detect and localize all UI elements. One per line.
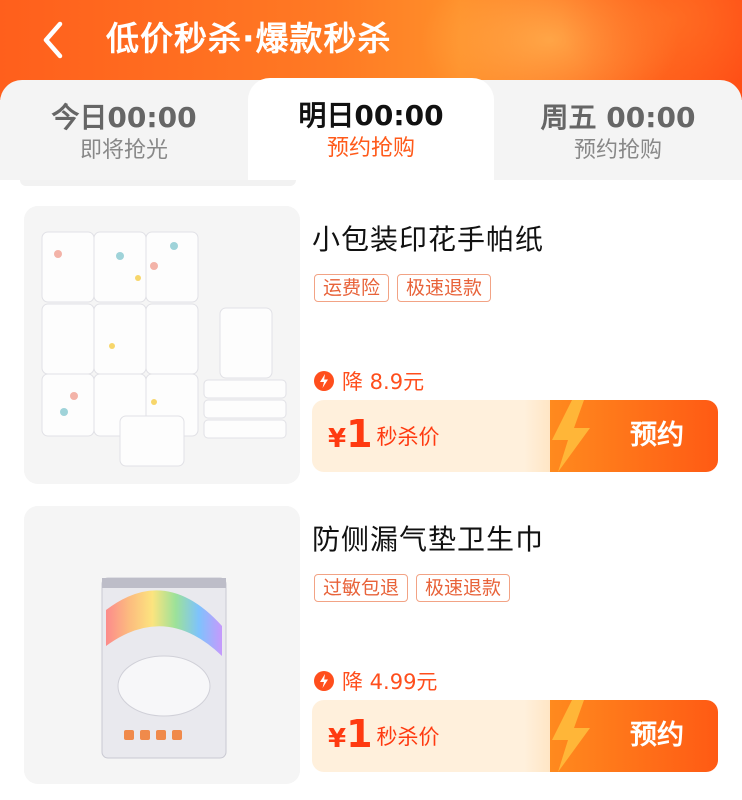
price-label: 秒杀价 (376, 425, 440, 449)
tab-time: 明日00:00 (298, 99, 444, 132)
product-image-sanitary-pad[interactable] (24, 506, 300, 784)
product-image-tissue[interactable] (24, 206, 300, 484)
lightning-icon (552, 700, 590, 772)
reserve-button[interactable]: 预约 (612, 700, 702, 772)
price-drop: 降 8.9元 (314, 366, 424, 396)
product-card[interactable]: 防侧漏气垫卫生巾 过敏包退 极速退款 降 4.99元 ¥1 秒杀价 预约 (0, 506, 742, 786)
price-label: 秒杀价 (376, 725, 440, 749)
lightning-icon (314, 371, 334, 391)
tab-today[interactable]: 今日00:00 即将抢光 (0, 80, 248, 180)
product-card[interactable]: 小包装印花手帕纸 运费险 极速退款 降 8.9元 ¥1 秒杀价 预约 (0, 206, 742, 486)
lightning-icon (552, 400, 590, 472)
price-drop: 降 4.99元 (314, 666, 437, 696)
previous-card-edge (20, 180, 296, 186)
service-tag: 极速退款 (416, 574, 511, 602)
tab-status: 即将抢光 (79, 138, 168, 163)
price-value: 1 (346, 712, 373, 756)
service-tag: 运费险 (314, 274, 390, 302)
service-tag: 过敏包退 (314, 574, 409, 602)
back-icon[interactable] (30, 16, 78, 64)
time-tabs: 今日00:00 即将抢光 明日00:00 预约抢购 周五 00:00 预约抢购 (0, 78, 742, 182)
product-name[interactable]: 防侧漏气垫卫生巾 (312, 520, 544, 560)
currency-symbol: ¥ (328, 424, 347, 454)
reserve-bar[interactable]: ¥1 秒杀价 预约 (312, 400, 718, 472)
tab-status: 预约抢购 (326, 136, 415, 161)
price-value: 1 (346, 412, 373, 456)
currency-symbol: ¥ (328, 724, 347, 754)
tab-tomorrow[interactable]: 明日00:00 预约抢购 (248, 78, 494, 182)
tab-time: 周五 00:00 (540, 101, 696, 134)
page-title: 低价秒杀·爆款秒杀 (106, 19, 392, 58)
product-tags: 过敏包退 极速退款 (314, 574, 511, 602)
tab-friday[interactable]: 周五 00:00 预约抢购 (494, 80, 742, 180)
lightning-icon (314, 671, 334, 691)
product-name[interactable]: 小包装印花手帕纸 (312, 220, 544, 260)
price-drop-text: 降 8.9元 (342, 370, 425, 394)
seckill-price: ¥1 秒杀价 (328, 712, 440, 756)
product-tags: 运费险 极速退款 (314, 274, 492, 302)
tab-status: 预约抢购 (573, 138, 662, 163)
reserve-button[interactable]: 预约 (612, 400, 702, 472)
service-tag: 极速退款 (397, 274, 492, 302)
reserve-bar[interactable]: ¥1 秒杀价 预约 (312, 700, 718, 772)
seckill-price: ¥1 秒杀价 (328, 412, 440, 456)
price-drop-text: 降 4.99元 (342, 670, 438, 694)
product-list: 小包装印花手帕纸 运费险 极速退款 降 8.9元 ¥1 秒杀价 预约 防侧漏气垫… (0, 180, 742, 800)
tab-time: 今日00:00 (51, 101, 197, 134)
